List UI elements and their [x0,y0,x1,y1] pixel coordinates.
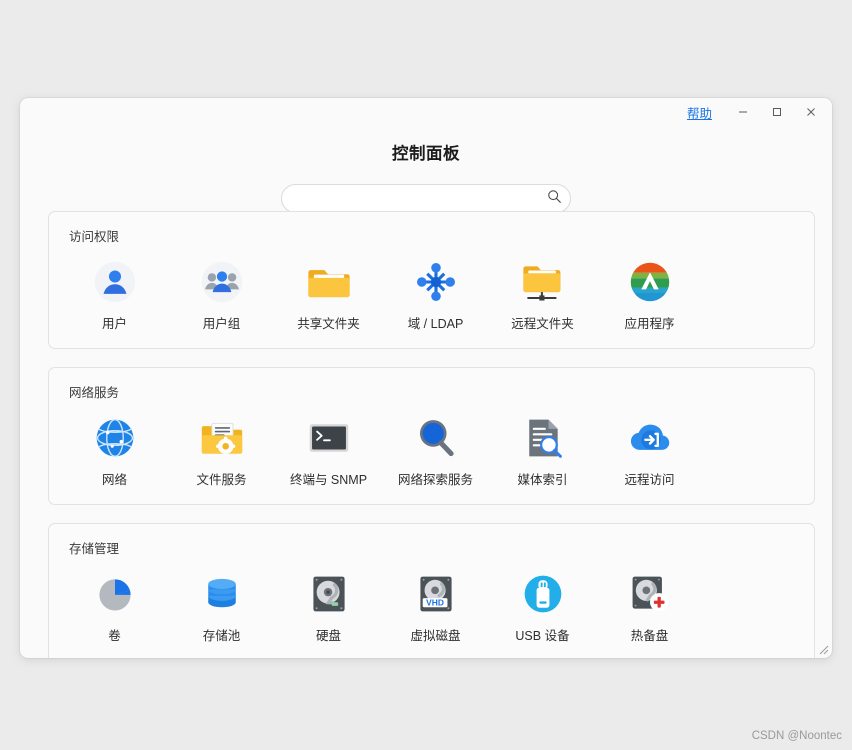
tile-label: 用户组 [202,317,241,331]
tile-globe-network[interactable]: 网络 [61,407,168,490]
sections-scroll-area[interactable]: 访问权限 用户 用户组 共享文件夹 域 / LDAP 远程文件夹 应用程序 网络… [20,211,832,658]
section-title: 存储管理 [69,542,120,556]
tile-label: USB 设备 [515,629,570,643]
tile-network-discovery[interactable]: 网络探索服务 [382,407,489,490]
window-titlebar: 帮助 [20,98,832,126]
tile-label: 媒体索引 [517,473,568,487]
tile-label: 硬盘 [315,629,341,643]
volume-pie-icon [92,571,138,617]
tile-volume-pie[interactable]: 卷 [61,563,168,646]
hard-disk-icon [306,571,352,617]
tile-label: 共享文件夹 [297,317,360,331]
search-bar-container [20,184,832,213]
globe-network-icon [92,415,138,461]
page-title: 控制面板 [392,145,460,163]
maximize-button[interactable] [760,99,794,125]
user-icon [92,259,138,305]
ssd-cache-icon: SSD [92,654,138,658]
app-store-icon [627,259,673,305]
svg-text:VHD: VHD [426,597,444,607]
section-1: 访问权限 用户 用户组 共享文件夹 域 / LDAP 远程文件夹 应用程序 [48,211,815,349]
tile-label: 远程访问 [624,473,675,487]
file-service-icon [199,415,245,461]
tile-label: 用户 [101,317,127,331]
section-2: 网络服务 网络 文件服务 终端与 SNMP 网络探索服务 媒体索引 远程访问 [48,367,815,505]
tile-storage-pool[interactable]: 存储池 [168,563,275,646]
tile-hard-disk[interactable]: 硬盘 [275,563,382,646]
tile-ssd-cache[interactable]: SSD Hyper Cache [61,646,168,658]
tile-domain-ldap[interactable]: 域 / LDAP [382,251,489,334]
storage-pool-icon [199,571,245,617]
tile-terminal-snmp[interactable]: 终端与 SNMP [275,407,382,490]
tile-user-group[interactable]: 用户组 [168,251,275,334]
remote-folder-icon [520,259,566,305]
search-box [281,184,571,213]
domain-ldap-icon [413,259,459,305]
tile-label: 应用程序 [624,317,675,331]
resize-grip[interactable] [815,641,829,655]
help-link[interactable]: 帮助 [687,103,712,122]
virtual-disk-vhd-icon: VHD [413,571,459,617]
control-panel-window: 帮助 控制面板 访问权限 用户 用户组 共享文件夹 域 / LDAP 远程文件夹… [20,98,832,658]
tile-label: 远程文件夹 [511,317,574,331]
tile-user[interactable]: 用户 [61,251,168,334]
shared-folder-icon [306,259,352,305]
section-title: 访问权限 [69,230,120,244]
user-group-icon [199,259,245,305]
tile-label: 热备盘 [630,629,669,643]
cloud-remote-access-icon [627,415,673,461]
usb-device-icon [520,571,566,617]
tile-virtual-disk-vhd[interactable]: VHD 虚拟磁盘 [382,563,489,646]
hot-spare-disk-icon [627,571,673,617]
tile-label: 虚拟磁盘 [410,629,461,643]
media-index-icon [520,415,566,461]
tile-label: 网络 [101,473,127,487]
section-title: 网络服务 [69,386,120,400]
close-button[interactable] [794,99,828,125]
tile-label: 文件服务 [196,473,247,487]
minimize-button[interactable] [726,99,760,125]
tile-grid: 用户 用户组 共享文件夹 域 / LDAP 远程文件夹 应用程序 [61,251,802,334]
tile-media-index[interactable]: 媒体索引 [489,407,596,490]
terminal-snmp-icon [306,415,352,461]
tile-label: 终端与 SNMP [289,473,368,487]
network-discovery-icon [413,415,459,461]
tile-grid: 网络 文件服务 终端与 SNMP 网络探索服务 媒体索引 远程访问 [61,407,802,490]
tile-file-service[interactable]: 文件服务 [168,407,275,490]
tile-usb-device[interactable]: USB 设备 [489,563,596,646]
tile-label: 卷 [108,629,121,643]
tile-label: 存储池 [202,629,241,643]
watermark: CSDN @Noontec [751,730,842,742]
tile-cloud-remote-access[interactable]: 远程访问 [596,407,703,490]
tile-label: 域 / LDAP [407,317,464,331]
tile-hot-spare-disk[interactable]: 热备盘 [596,563,703,646]
search-input[interactable] [281,184,571,213]
tile-grid: 卷 存储池 硬盘 VHD 虚拟磁盘 USB 设备 热备盘 [61,563,802,658]
tile-label: 网络探索服务 [397,473,473,487]
tile-shared-folder[interactable]: 共享文件夹 [275,251,382,334]
section-3: 存储管理 卷 存储池 硬盘 VHD 虚拟磁盘 USB 设备 热备盘 [48,523,815,658]
tile-remote-folder[interactable]: 远程文件夹 [489,251,596,334]
tile-app-store[interactable]: 应用程序 [596,251,703,334]
